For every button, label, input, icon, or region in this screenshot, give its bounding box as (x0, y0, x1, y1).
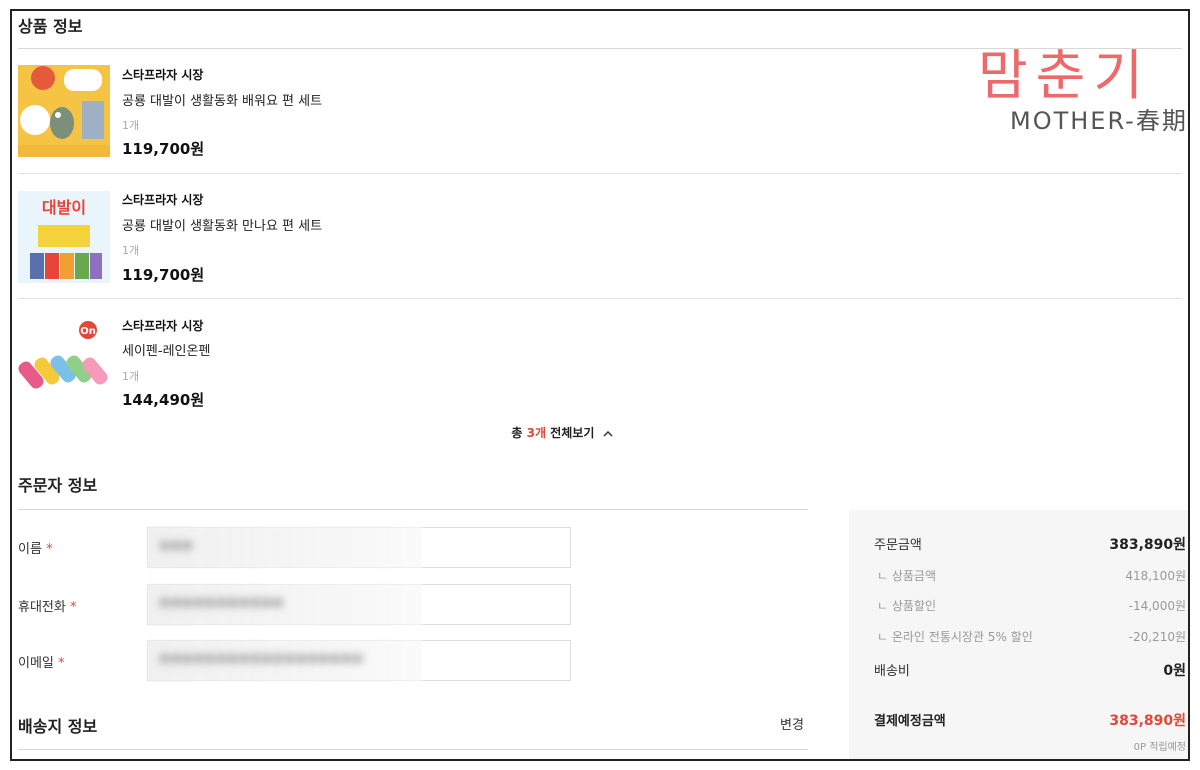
seller-name: 스타프라자 시장 (122, 193, 204, 207)
product-name[interactable]: 공룡 대발이 생활동화 만나요 편 세트 (122, 215, 322, 234)
view-all-toggle[interactable]: 총 3개 전체보기 (12, 424, 1112, 441)
divider (18, 509, 808, 510)
seller-name: 스타프라자 시장 (122, 68, 204, 82)
product-price: 119,700원 (122, 266, 205, 284)
watermark-logo: 맘춘기 (978, 44, 1152, 107)
market-discount-label: ㄴ 온라인 전통시장관 5% 할인 (877, 630, 1033, 644)
product-section-title: 상품 정보 (18, 17, 83, 36)
summary-prefix: 총 (511, 426, 527, 440)
product-discount-row: ㄴ 상품할인 -14,000원 (877, 597, 1186, 614)
product-image[interactable] (18, 65, 110, 157)
order-amount-label: 주문금액 (874, 538, 922, 553)
order-page: 상품 정보 스타프라자 시장 공룡 대발이 생활동화 배워요 편 세트 1개 1… (10, 9, 1190, 761)
svg-text:대발이: 대발이 (42, 198, 86, 217)
total-amount-label: 결제예정금액 (874, 714, 946, 729)
name-field-value: ●●● (147, 527, 422, 568)
svg-text:On: On (80, 326, 96, 337)
total-amount-value: 383,890원 (1109, 713, 1186, 729)
product-amount-row: ㄴ 상품금액 418,100원 (877, 567, 1186, 584)
shipping-fee-label: 배송비 (874, 664, 910, 679)
total-amount-row: 결제예정금액 383,890원 (874, 710, 1186, 729)
phone-label: 휴대전화 * (18, 600, 77, 615)
market-discount-value: -20,210원 (1128, 630, 1186, 644)
chevron-up-icon (603, 430, 613, 437)
product-quantity: 1개 (122, 244, 140, 257)
divider (18, 173, 1182, 174)
product-price: 144,490원 (122, 391, 205, 409)
product-name[interactable]: 세이펜-레인온펜 (122, 340, 210, 359)
divider (18, 298, 1182, 299)
change-address-button[interactable]: 변경 (780, 714, 804, 733)
email-label: 이메일 * (18, 656, 65, 671)
email-field-value: ●●●●●●●●●●●●●●●●●● (147, 640, 422, 681)
order-amount-row: 주문금액 383,890원 (874, 534, 1186, 553)
name-label: 이름 * (18, 542, 53, 557)
product-discount-value: -14,000원 (1128, 599, 1186, 613)
product-discount-label: ㄴ 상품할인 (877, 599, 937, 613)
product-quantity: 1개 (122, 119, 140, 132)
payment-summary-panel: 주문금액 383,890원 ㄴ 상품금액 418,100원 ㄴ 상품할인 -14,00… (849, 510, 1188, 759)
points-note: 0P 적립예정 (1133, 742, 1186, 753)
product-price: 119,700원 (122, 140, 205, 158)
product-amount-label: ㄴ 상품금액 (877, 569, 937, 583)
watermark-subtitle: MOTHER-春期 (1010, 107, 1188, 135)
product-name[interactable]: 공룡 대발이 생활동화 배워요 편 세트 (122, 90, 322, 109)
product-amount-value: 418,100원 (1125, 569, 1186, 583)
product-image[interactable]: On (18, 316, 110, 408)
market-discount-row: ㄴ 온라인 전통시장관 5% 할인 -20,210원 (877, 628, 1186, 645)
shipping-section-title: 배송지 정보 (18, 717, 98, 736)
divider (18, 749, 808, 750)
product-quantity: 1개 (122, 370, 140, 383)
shipping-fee-row: 배송비 0원 (874, 660, 1186, 679)
phone-field-value: ●●●●●●●●●●● (147, 584, 422, 625)
order-amount-value: 383,890원 (1109, 537, 1186, 553)
product-image[interactable]: 대발이 (18, 191, 110, 283)
shipping-fee-value: 0원 (1163, 663, 1186, 679)
seller-name: 스타프라자 시장 (122, 319, 204, 333)
summary-suffix: 전체보기 (546, 426, 595, 440)
item-count: 3개 (526, 426, 547, 440)
orderer-section-title: 주문자 정보 (18, 476, 98, 495)
